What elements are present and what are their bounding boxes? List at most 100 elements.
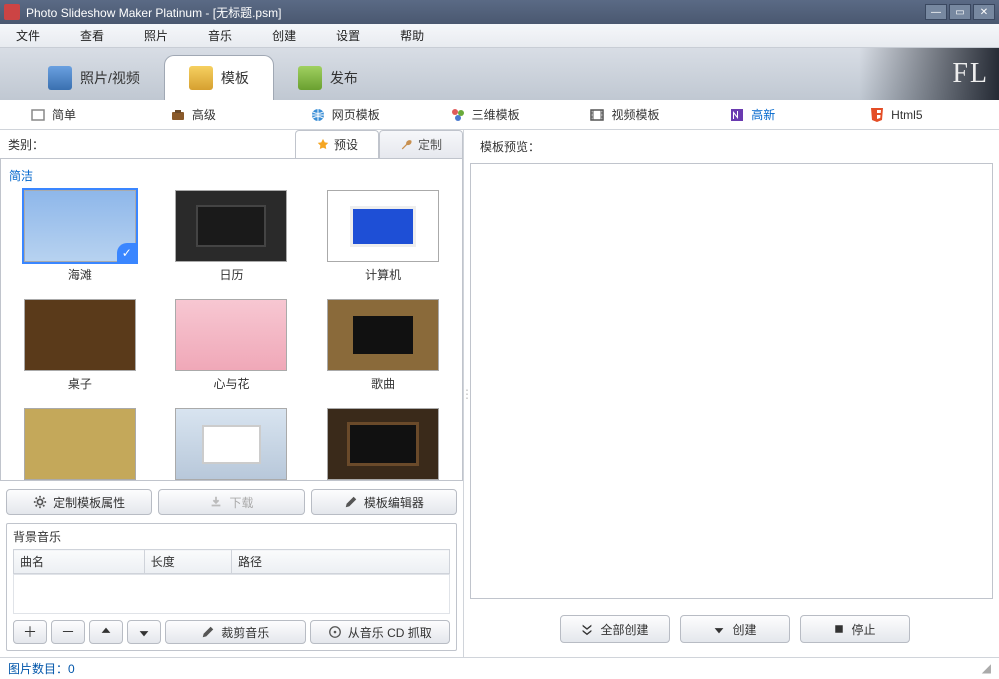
resize-grip[interactable]: ◢ <box>982 661 991 675</box>
minimize-button[interactable]: — <box>925 4 947 20</box>
stop-button[interactable]: 停止 <box>800 615 910 643</box>
menu-create[interactable]: 创建 <box>266 25 302 46</box>
rip-cd-button[interactable]: 从音乐 CD 抓取 <box>310 620 451 644</box>
template-item-desk[interactable]: 桌子 <box>9 299 151 392</box>
tab-photo-video[interactable]: 照片/视频 <box>24 56 164 100</box>
briefcase-icon <box>170 107 186 123</box>
add-music-button[interactable]: ＋ <box>13 620 47 644</box>
tab-preset-label: 预设 <box>334 136 358 153</box>
tab-custom[interactable]: 定制 <box>379 130 463 158</box>
col-path[interactable]: 路径 <box>231 550 449 574</box>
trim-music-button[interactable]: 裁剪音乐 <box>165 620 306 644</box>
pencil-icon <box>344 495 358 509</box>
subtoolbar-label: 网页模板 <box>332 106 380 123</box>
main-tabs: 照片/视频 模板 发布 FL <box>0 48 999 100</box>
remove-music-button[interactable]: － <box>51 620 85 644</box>
html5-icon <box>869 107 885 123</box>
brand-decoration: FL <box>859 48 999 100</box>
bgmusic-table: 曲名 长度 路径 <box>13 549 450 574</box>
tab-custom-label: 定制 <box>418 136 442 153</box>
sub-toolbar: 简单 高级 网页模板 三维模板 视频模板 高新 Html5 <box>0 100 999 130</box>
subtoolbar-label: 视频模板 <box>611 106 659 123</box>
create-all-button[interactable]: 全部创建 <box>560 615 670 643</box>
rip-cd-label: 从音乐 CD 抓取 <box>348 624 432 641</box>
template-thumbnail <box>327 408 439 480</box>
subtoolbar-item-new[interactable]: 高新 <box>709 106 849 123</box>
wrench-icon <box>400 138 414 152</box>
template-scroll[interactable]: 简洁 海滩日历计算机桌子心与花歌曲 <box>0 158 463 481</box>
create-label: 创建 <box>732 621 756 638</box>
menu-file[interactable]: 文件 <box>10 25 46 46</box>
template-item-computer[interactable]: 计算机 <box>312 190 454 283</box>
template-item-frame2[interactable] <box>312 408 454 481</box>
pencil-icon <box>201 625 215 639</box>
gear-icon <box>33 495 47 509</box>
col-name[interactable]: 曲名 <box>14 550 145 574</box>
stop-icon <box>833 623 845 635</box>
template-thumbnail <box>327 299 439 371</box>
globe-icon <box>310 107 326 123</box>
subtoolbar-item-3d[interactable]: 三维模板 <box>430 106 570 123</box>
film-icon <box>589 107 605 123</box>
template-item-calendar[interactable]: 日历 <box>161 190 303 283</box>
template-label: 计算机 <box>365 266 401 283</box>
subtoolbar-item-simple[interactable]: 简单 <box>10 106 150 123</box>
template-label: 日历 <box>219 266 243 283</box>
star-icon <box>316 138 330 152</box>
template-item-song[interactable]: 歌曲 <box>312 299 454 392</box>
category-label: 类别： <box>8 136 208 153</box>
col-length[interactable]: 长度 <box>144 550 231 574</box>
template-item-beach[interactable]: 海滩 <box>9 190 151 283</box>
preview-area <box>470 163 993 599</box>
tab-template[interactable]: 模板 <box>164 55 274 100</box>
stop-label: 停止 <box>851 621 875 638</box>
down-arrow-icon <box>712 622 726 636</box>
custom-template-props-button[interactable]: 定制模板属性 <box>6 489 152 515</box>
template-editor-button[interactable]: 模板编辑器 <box>311 489 457 515</box>
download-icon <box>209 495 223 509</box>
template-thumbnail <box>24 190 136 262</box>
subtoolbar-item-video[interactable]: 视频模板 <box>569 106 709 123</box>
create-button[interactable]: 创建 <box>680 615 790 643</box>
app-icon <box>4 4 20 20</box>
download-button[interactable]: 下载 <box>158 489 304 515</box>
template-item-heart[interactable]: 心与花 <box>161 299 303 392</box>
template-tabset: 预设 定制 <box>295 130 463 158</box>
subtoolbar-label: 三维模板 <box>472 106 520 123</box>
double-down-icon <box>580 622 594 636</box>
template-item-laptop[interactable] <box>161 408 303 481</box>
menu-view[interactable]: 查看 <box>74 25 110 46</box>
template-button-row: 定制模板属性 下载 模板编辑器 <box>0 481 463 523</box>
template-thumbnail <box>175 190 287 262</box>
tab-photo-video-label: 照片/视频 <box>80 68 140 88</box>
tab-publish[interactable]: 发布 <box>274 56 382 100</box>
right-panel: 模板预览： 全部创建 创建 停止 <box>470 130 999 657</box>
bgmusic-table-body[interactable] <box>13 574 450 614</box>
bgmusic-panel: 背景音乐 曲名 长度 路径 ＋ － <box>6 523 457 651</box>
subtoolbar-item-advanced[interactable]: 高级 <box>150 106 290 123</box>
template-label: 心与花 <box>213 375 249 392</box>
maximize-button[interactable]: ▭ <box>949 4 971 20</box>
subtoolbar-label: 高级 <box>192 106 216 123</box>
subtoolbar-item-web[interactable]: 网页模板 <box>290 106 430 123</box>
template-item-frame1[interactable] <box>9 408 151 481</box>
download-label: 下载 <box>229 494 253 511</box>
menu-photo[interactable]: 照片 <box>138 25 174 46</box>
tab-preset[interactable]: 预设 <box>295 130 379 158</box>
close-button[interactable]: ✕ <box>973 4 995 20</box>
tab-publish-label: 发布 <box>330 68 358 88</box>
move-up-button[interactable] <box>89 620 123 644</box>
bgmusic-controls: ＋ － 裁剪音乐 从音乐 CD 抓 <box>13 620 450 644</box>
menu-music[interactable]: 音乐 <box>202 25 238 46</box>
template-thumbnail <box>175 299 287 371</box>
tab-template-label: 模板 <box>221 68 249 88</box>
subtoolbar-label: 高新 <box>751 106 775 123</box>
cd-icon <box>328 625 342 639</box>
menu-settings[interactable]: 设置 <box>330 25 366 46</box>
menu-help[interactable]: 帮助 <box>394 25 430 46</box>
subtoolbar-item-html5[interactable]: Html5 <box>849 107 989 123</box>
move-down-button[interactable] <box>127 620 161 644</box>
status-bar: 图片数目：0 ◢ <box>0 658 999 678</box>
3d-icon <box>450 107 466 123</box>
template-label: 歌曲 <box>371 375 395 392</box>
